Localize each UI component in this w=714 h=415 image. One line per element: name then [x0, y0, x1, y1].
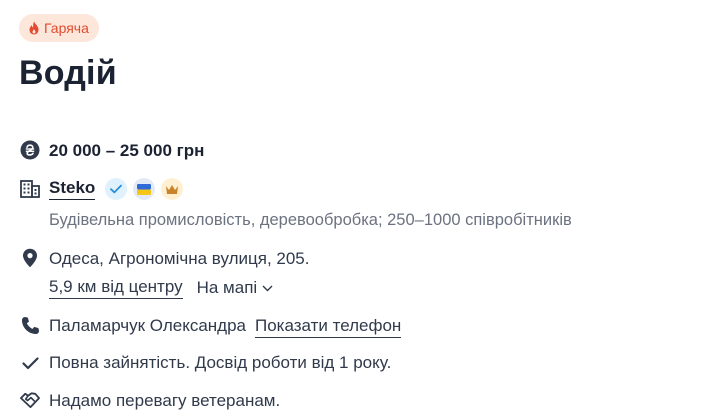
contact-line: Паламарчук Олександра Показати телефон: [49, 316, 402, 338]
salary-range: 20 000 – 25 000 грн: [49, 141, 205, 160]
employment-info: Повна зайнятість. Досвід роботи від 1 ро…: [49, 353, 392, 372]
hot-badge-label: Гаряча: [44, 20, 89, 36]
checkmark-icon: [20, 353, 40, 373]
employment-row: [20, 353, 40, 373]
building-icon: [20, 179, 40, 199]
location-pin-icon: [20, 248, 40, 268]
hryvnia-icon: [20, 140, 40, 160]
crown-icon: [161, 178, 184, 200]
location-links: 5,9 км від центру На мапі: [49, 277, 273, 299]
map-toggle-label: На мапі: [196, 278, 258, 297]
map-toggle[interactable]: На мапі: [197, 278, 274, 298]
veterans-row: [20, 390, 40, 410]
check-icon: [105, 178, 128, 200]
company-description: Будівельна промисловість, деревообробка;…: [49, 211, 572, 229]
distance-from-center-link[interactable]: 5,9 км від центру: [49, 277, 183, 299]
show-phone-link[interactable]: Показати телефон: [255, 316, 402, 338]
contact-row: [20, 315, 40, 335]
chevron-down-icon: [262, 285, 273, 291]
contact-name: Паламарчук Олександра: [49, 316, 246, 335]
salary-row: [20, 140, 40, 160]
location-row: [20, 248, 40, 268]
handshake-icon: [20, 390, 40, 410]
veterans-preference: Надамо перевагу ветеранам.: [49, 391, 281, 410]
phone-icon: [20, 315, 40, 335]
address: Одеса, Агрономічна вулиця, 205.: [49, 249, 310, 268]
hot-badge: Гаряча: [19, 14, 99, 42]
company-name-link[interactable]: Steko: [49, 178, 96, 200]
company-line: Steko: [49, 178, 184, 200]
ukraine-flag-icon: [133, 178, 156, 200]
company-row: [20, 179, 40, 199]
fire-icon: [29, 21, 39, 35]
job-title: Водій: [19, 54, 117, 92]
